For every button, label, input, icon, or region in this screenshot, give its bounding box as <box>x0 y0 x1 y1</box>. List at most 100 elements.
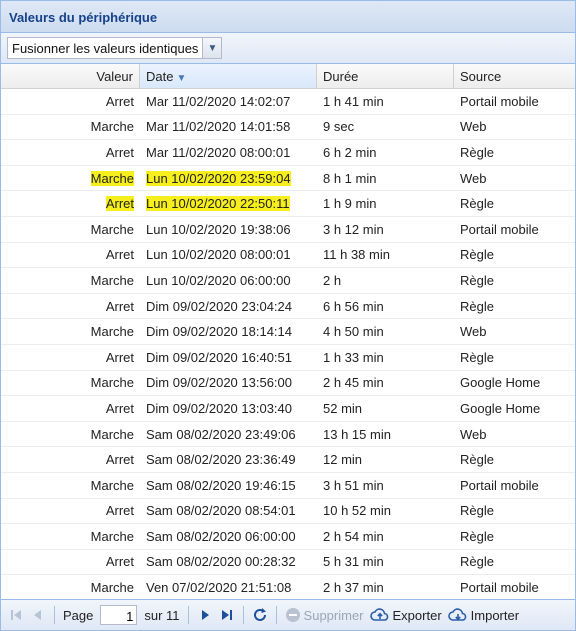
separator <box>275 606 277 624</box>
cell-duration: 12 min <box>317 452 454 467</box>
cell-value: Arret <box>1 401 140 416</box>
cell-source-text: Règle <box>460 196 494 212</box>
column-header-date[interactable]: Date ▼ <box>140 64 317 88</box>
cell-duration: 9 sec <box>317 119 454 134</box>
cell-duration-text: 12 min <box>323 452 363 468</box>
table-row[interactable]: Marche Sam 08/02/2020 06:00:00 2 h 54 min R… <box>1 524 575 550</box>
table-row[interactable]: Arret Mar 11/02/2020 14:02:07 1 h 41 min Po… <box>1 89 575 115</box>
cell-source: Règle <box>454 554 575 569</box>
cell-value-text: Arret <box>105 93 134 109</box>
table-row[interactable]: Arret Sam 08/02/2020 00:28:32 5 h 31 min Rè… <box>1 550 575 576</box>
cell-duration-text: 9 sec <box>323 119 355 135</box>
table-row[interactable]: Arret Mar 11/02/2020 08:00:01 6 h 2 min Règ… <box>1 140 575 166</box>
column-header-value-label: Valeur <box>96 69 133 84</box>
cell-date: Lun 10/02/2020 23:59:04 <box>140 170 317 186</box>
table-row[interactable]: Arret Dim 09/02/2020 23:04:24 6 h 56 min Rè… <box>1 294 575 320</box>
cell-date: Sam 08/02/2020 19:46:15 <box>140 478 317 493</box>
cell-source: Google Home <box>454 375 575 390</box>
table-row[interactable]: Arret Sam 08/02/2020 08:54:01 10 h 52 min R… <box>1 499 575 525</box>
cell-duration: 1 h 41 min <box>317 94 454 109</box>
column-header-value[interactable]: Valeur <box>1 64 140 88</box>
table-row[interactable]: Marche Lun 10/02/2020 06:00:00 2 h Règle <box>1 268 575 294</box>
table-row[interactable]: Marche Mar 11/02/2020 14:01:58 9 sec Web <box>1 115 575 141</box>
cell-source-text: Google Home <box>460 375 541 391</box>
export-icon <box>369 608 388 621</box>
table-row[interactable]: Marche Dim 09/02/2020 13:56:00 2 h 45 min G… <box>1 371 575 397</box>
table-row[interactable]: Marche Dim 09/02/2020 18:14:14 4 h 50 min W… <box>1 319 575 345</box>
last-page-icon[interactable] <box>216 604 238 626</box>
table-row[interactable]: Marche Ven 07/02/2020 21:51:08 2 h 37 min P… <box>1 575 575 599</box>
export-button-label: Exporter <box>392 607 442 623</box>
page-count-label: sur 11 <box>144 607 180 623</box>
table-row[interactable]: Arret Lun 10/02/2020 08:00:01 11 h 38 min R… <box>1 243 575 269</box>
table-row[interactable]: Marche Sam 08/02/2020 19:46:15 3 h 51 min P… <box>1 473 575 499</box>
cell-duration: 8 h 1 min <box>317 171 454 186</box>
cell-date: Lun 10/02/2020 19:38:06 <box>140 222 317 237</box>
cell-duration-text: 5 h 31 min <box>323 554 384 570</box>
merge-values-combo[interactable]: Fusionner les valeurs identiques ▼ <box>7 37 223 59</box>
delete-button[interactable]: Supprimer <box>285 607 364 623</box>
toolbar: Fusionner les valeurs identiques ▼ <box>1 33 575 64</box>
cell-value-text: Marche <box>90 375 134 391</box>
cell-value-text: Arret <box>105 400 134 416</box>
cell-date-text: Lun 10/02/2020 19:38:06 <box>146 221 291 237</box>
import-button[interactable]: Importer <box>447 607 520 623</box>
cell-date: Lun 10/02/2020 08:00:01 <box>140 247 317 262</box>
column-header-duration[interactable]: Durée <box>317 64 454 88</box>
cell-date-text: Lun 10/02/2020 22:50:11 <box>146 196 290 212</box>
merge-values-combo-text: Fusionner les valeurs identiques <box>12 41 199 56</box>
table-row[interactable]: Arret Sam 08/02/2020 23:36:49 12 min Règle <box>1 447 575 473</box>
table-row[interactable]: Arret Dim 09/02/2020 13:03:40 52 min Google… <box>1 396 575 422</box>
import-button-label: Importer <box>470 607 520 623</box>
cell-date-text: Dim 09/02/2020 13:03:40 <box>146 400 292 416</box>
cell-duration-text: 1 h 33 min <box>323 349 384 365</box>
cell-date: Dim 09/02/2020 13:03:40 <box>140 401 317 416</box>
chevron-down-icon[interactable]: ▼ <box>202 38 222 58</box>
cell-date-text: Dim 09/02/2020 16:40:51 <box>146 349 292 365</box>
import-icon <box>447 608 466 621</box>
page-number-input[interactable] <box>100 605 138 625</box>
paging-toolbar: Page sur 11 Supprimer Exporter Importer <box>1 599 575 630</box>
cell-value: Marche <box>1 119 140 134</box>
cell-value: Marche <box>1 529 140 544</box>
cell-date-text: Sam 08/02/2020 19:46:15 <box>146 477 296 493</box>
first-page-icon[interactable] <box>5 604 27 626</box>
table-row[interactable]: Arret Dim 09/02/2020 16:40:51 1 h 33 min Rè… <box>1 345 575 371</box>
cell-source: Portail mobile <box>454 222 575 237</box>
cell-source: Règle <box>454 350 575 365</box>
cell-source-text: Web <box>460 324 487 340</box>
cell-date: Dim 09/02/2020 18:14:14 <box>140 324 317 339</box>
cell-duration-text: 3 h 12 min <box>323 221 384 237</box>
cell-date-text: Sam 08/02/2020 23:36:49 <box>146 452 296 468</box>
cell-source-text: Google Home <box>460 400 541 416</box>
cell-duration: 2 h 54 min <box>317 529 454 544</box>
cell-source-text: Portail mobile <box>460 477 539 493</box>
cell-duration-text: 6 h 2 min <box>323 144 377 160</box>
cell-duration: 6 h 2 min <box>317 145 454 160</box>
separator <box>187 606 189 624</box>
cell-date: Mar 11/02/2020 14:01:58 <box>140 119 317 134</box>
table-row[interactable]: Marche Lun 10/02/2020 23:59:04 8 h 1 min We… <box>1 166 575 192</box>
refresh-icon[interactable] <box>249 604 271 626</box>
cell-value: Arret <box>1 196 140 212</box>
cell-value-text: Arret <box>105 247 134 263</box>
cell-date-text: Sam 08/02/2020 06:00:00 <box>146 528 296 544</box>
prev-page-icon[interactable] <box>27 604 49 626</box>
cell-duration: 6 h 56 min <box>317 299 454 314</box>
cell-value: Marche <box>1 170 140 186</box>
export-button[interactable]: Exporter <box>369 607 442 623</box>
cell-duration-text: 52 min <box>323 400 363 416</box>
table-row[interactable]: Arret Lun 10/02/2020 22:50:11 1 h 9 min Règ… <box>1 191 575 217</box>
cell-date: Sam 08/02/2020 23:49:06 <box>140 427 317 442</box>
column-header-duration-label: Durée <box>323 69 359 84</box>
column-header-source[interactable]: Source <box>454 64 575 88</box>
table-row[interactable]: Marche Sam 08/02/2020 23:49:06 13 h 15 min… <box>1 422 575 448</box>
grid-header: Valeur Date ▼ Durée Source <box>1 64 575 89</box>
next-page-icon[interactable] <box>194 604 216 626</box>
cell-source: Règle <box>454 503 575 518</box>
table-row[interactable]: Marche Lun 10/02/2020 19:38:06 3 h 12 min P… <box>1 217 575 243</box>
cell-source-text: Portail mobile <box>460 221 539 237</box>
cell-source: Règle <box>454 145 575 160</box>
cell-duration: 4 h 50 min <box>317 324 454 339</box>
cell-duration: 2 h 37 min <box>317 580 454 595</box>
